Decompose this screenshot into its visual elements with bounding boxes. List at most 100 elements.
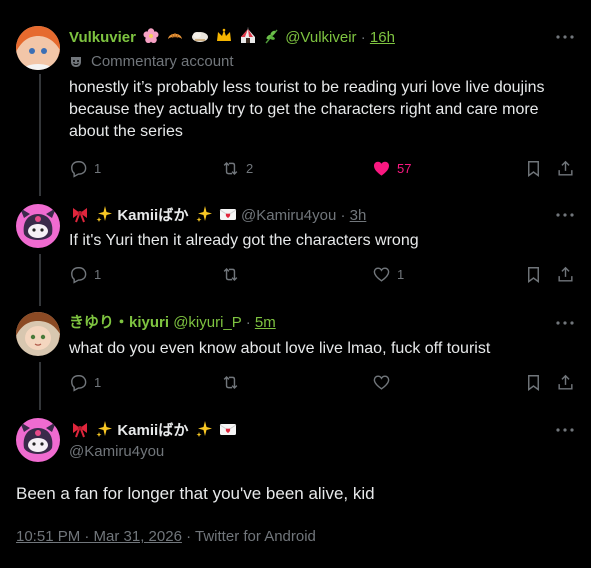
avatar[interactable] [16,418,60,462]
separator-dot: · [245,314,251,331]
separator-dot: · [186,528,192,545]
action-bar: 1 1 [69,265,576,287]
display-name[interactable]: Kamiiばか [117,207,188,224]
sparkles-icon [96,206,113,222]
post-timestamp[interactable]: 10:51 PM · Mar 31, 2026 [16,528,182,545]
more-options-button[interactable] [555,27,575,47]
cloud-bread-icon [191,32,208,42]
post-header: Kamiiばか [69,420,237,441]
main-post-text: Been a fan for longer that you've been a… [16,484,375,503]
heart-filled-icon [373,161,390,176]
avatar[interactable] [16,312,60,356]
main-post: Kamiiばか @Kamiru4you Been a fan for longe… [0,406,591,568]
post-meta: 10:51 PM · Mar 31, 2026 · Twitter for An… [16,527,316,547]
bookmark-icon [528,375,539,392]
cherry-blossom-icon [143,28,159,43]
like-button[interactable]: 1 [372,265,404,284]
repost-button[interactable] [221,265,246,284]
avatar[interactable] [16,204,60,248]
separator-dot: · [340,207,346,224]
repost-count: 2 [246,161,254,176]
share-icon [558,374,573,390]
more-options-button[interactable] [555,205,575,225]
post-text: honestly it’s probably less tourist to b… [69,79,545,140]
reply-button[interactable]: 1 [69,159,101,178]
sparkles-icon [196,421,212,437]
like-count: 57 [397,161,412,176]
post-header: Vulkuvier @Vulkiveir · 16h [69,27,395,48]
account-label: Commentary account [69,52,234,72]
ribbon-icon [73,208,87,223]
repost-icon [223,161,238,176]
main-handle-row: @Kamiru4you [69,442,164,462]
post-text: what do you even know about love live lm… [69,340,491,357]
reply-post-vulkuvier[interactable]: Vulkuvier @Vulkiveir · 16h Commentary ac… [0,0,591,190]
share-button[interactable] [556,265,575,284]
heart-icon [373,375,390,390]
display-name[interactable]: Kamiiばか [117,422,188,439]
more-icon [556,35,574,39]
bookmark-button[interactable] [524,373,543,392]
crown-icon [216,28,231,41]
user-handle[interactable]: @kiyuri_P [173,314,241,331]
love-letter-icon [219,424,237,435]
action-bar: 1 [69,373,576,395]
user-handle[interactable]: @Vulkiveir [285,29,356,46]
repost-icon [223,267,238,282]
name-emojis [140,27,285,46]
bookmark-icon [528,161,539,178]
sparkles-icon [96,421,113,437]
repost-button[interactable] [221,373,246,392]
reply-count: 1 [94,267,102,282]
love-letter-icon [219,209,237,220]
display-name[interactable]: Vulkuvier [69,29,136,46]
reply-button[interactable]: 1 [69,373,101,392]
action-bar: 1 2 57 [69,159,576,181]
reply-button[interactable]: 1 [69,265,101,284]
post-time[interactable]: 3h [350,207,367,224]
like-button[interactable] [372,373,397,392]
sparkles-icon [196,206,212,222]
reply-post-kiyuri[interactable]: きゆり・kiyuri @kiyuri_P · 5m what do you ev… [0,298,591,406]
user-handle[interactable]: @Kamiru4you [69,442,164,462]
user-handle[interactable]: @Kamiru4you [241,207,336,224]
reply-count: 1 [94,375,102,390]
post-text: If it's Yuri then it already got the cha… [69,232,419,249]
ribbon-icon [73,423,87,438]
repost-icon [223,375,238,390]
more-options-button[interactable] [555,420,575,440]
share-icon [558,160,573,176]
more-icon [556,428,574,432]
share-button[interactable] [556,373,575,392]
reply-icon [71,267,87,284]
bookmark-button[interactable] [524,265,543,284]
circus-tent-icon [240,27,255,43]
like-count: 1 [397,267,405,282]
bookmark-icon [528,267,539,284]
heart-icon [373,267,390,282]
more-options-button[interactable] [555,313,575,333]
post-client: Twitter for Android [195,528,316,545]
share-icon [558,266,573,282]
herb-icon [265,29,278,44]
avatar[interactable] [16,26,60,70]
more-icon [556,321,574,325]
reply-icon [71,161,87,178]
commentary-badge: Commentary account [91,53,234,70]
repost-button[interactable]: 2 [221,159,253,178]
reply-icon [71,375,87,392]
like-button[interactable]: 57 [372,159,411,178]
post-time[interactable]: 16h [370,29,395,46]
croissant-icon [168,33,183,39]
post-time[interactable]: 5m [255,314,276,331]
post-header: きゆり・kiyuri @kiyuri_P · 5m [69,313,276,333]
display-name[interactable]: きゆり・kiyuri [69,314,169,331]
reply-post-kamii[interactable]: Kamiiばか @Kamiru4you · 3h If it's Yuri th… [0,190,591,298]
reply-count: 1 [94,161,102,176]
post-header: Kamiiばか @Kamiru4you · 3h [69,205,366,226]
separator-dot: · [360,29,366,46]
share-button[interactable] [556,159,575,178]
theater-masks-icon [71,57,81,67]
more-icon [556,213,574,217]
bookmark-button[interactable] [524,159,543,178]
